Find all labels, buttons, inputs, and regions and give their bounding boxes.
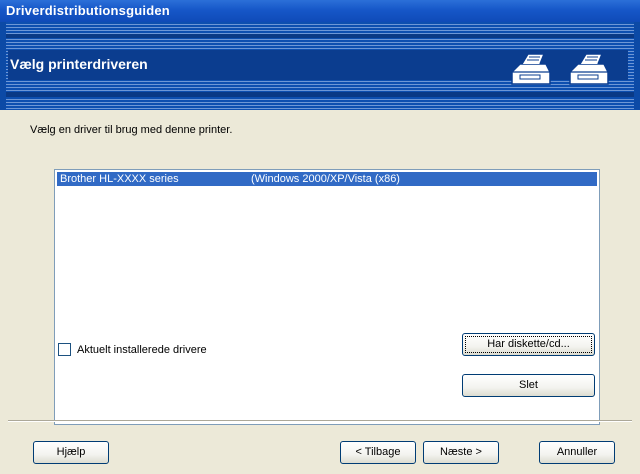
cancel-button[interactable]: Annuller	[539, 441, 615, 464]
instruction-text: Vælg en driver til brug med denne printe…	[30, 124, 233, 136]
banner-divider	[6, 92, 634, 97]
help-button[interactable]: Hjælp	[33, 441, 109, 464]
delete-button[interactable]: Slet	[462, 374, 595, 397]
driver-list-item[interactable]: Brother HL-XXXX series (Windows 2000/XP/…	[57, 172, 597, 186]
installed-drivers-label: Aktuelt installerede drivere	[77, 343, 207, 356]
header-banner: Vælg printerdriveren	[0, 22, 640, 110]
printer-icon	[569, 53, 609, 85]
next-button[interactable]: Næste >	[423, 441, 499, 464]
window-title: Driverdistributionsguiden	[6, 3, 170, 18]
banner-divider	[6, 34, 634, 38]
back-button[interactable]: < Tilbage	[340, 441, 416, 464]
installed-drivers-option[interactable]: Aktuelt installerede drivere	[58, 343, 207, 356]
footer-divider	[8, 420, 632, 422]
have-disk-button[interactable]: Har diskette/cd...	[462, 333, 595, 356]
wizard-window: Driverdistributionsguiden Vælg printerdr…	[0, 0, 640, 474]
title-bar[interactable]: Driverdistributionsguiden	[0, 0, 640, 22]
driver-platform: (Windows 2000/XP/Vista (x86)	[251, 173, 400, 185]
printer-icon	[511, 53, 551, 85]
page-title: Vælg printerdriveren	[10, 56, 148, 72]
installed-drivers-checkbox[interactable]	[58, 343, 71, 356]
driver-name: Brother HL-XXXX series	[60, 173, 179, 185]
